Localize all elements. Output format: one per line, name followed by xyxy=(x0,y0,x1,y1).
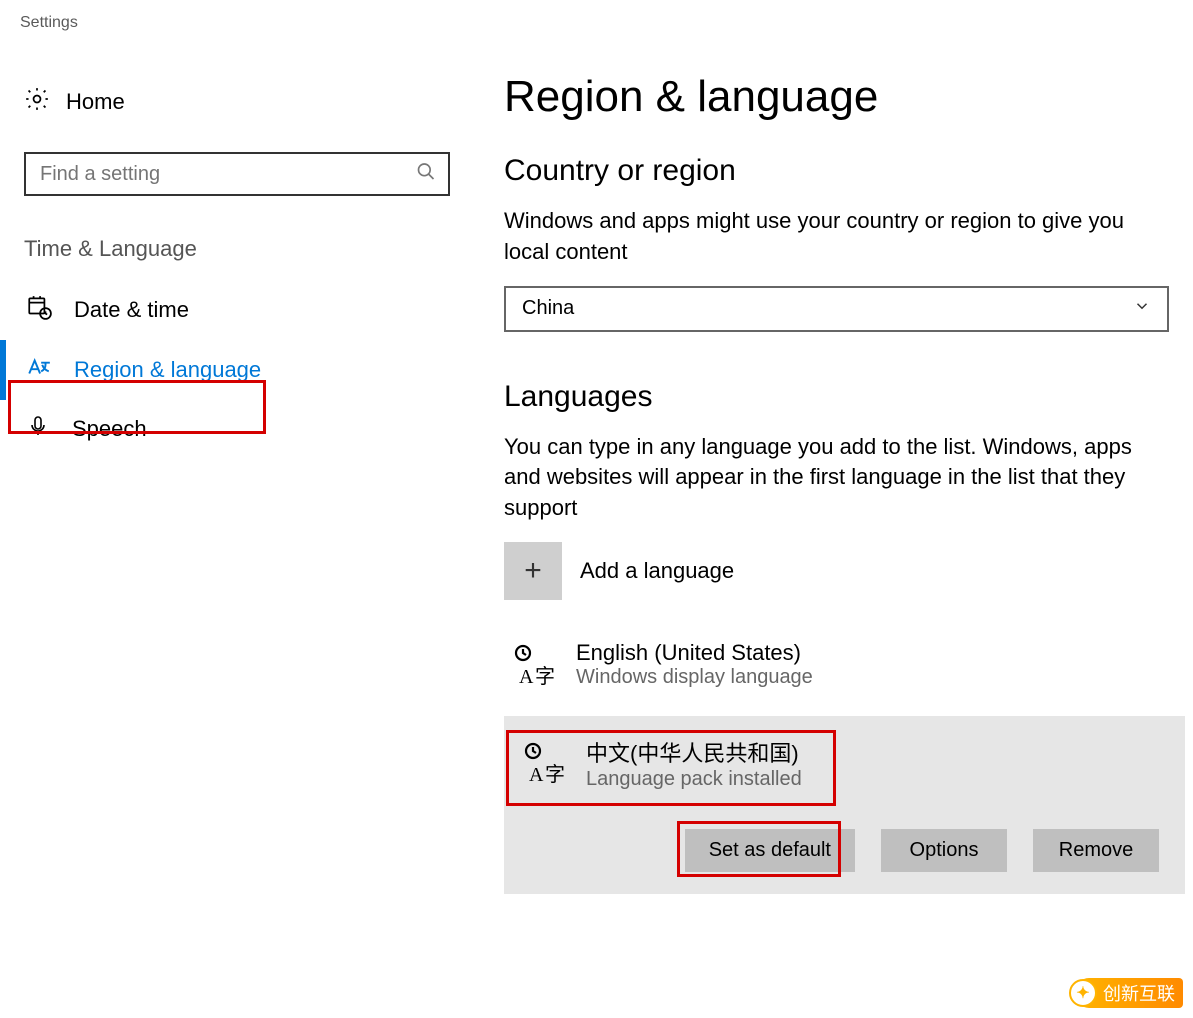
main-content: Region & language Country or region Wind… xyxy=(460,72,1193,894)
country-description: Windows and apps might use your country … xyxy=(504,206,1164,268)
set-default-button[interactable]: Set as default xyxy=(685,829,855,872)
chevron-down-icon xyxy=(1133,297,1151,321)
language-title: 中文(中华人民共和国) xyxy=(586,736,802,768)
country-selected-value: China xyxy=(522,297,574,320)
country-dropdown[interactable]: China xyxy=(504,286,1169,332)
microphone-icon xyxy=(26,414,50,444)
language-subtitle: Language pack installed xyxy=(586,768,802,791)
sidebar-home-label: Home xyxy=(66,89,125,115)
language-glyph-icon: A 字 xyxy=(508,640,558,690)
sidebar-item-speech[interactable]: Speech xyxy=(0,400,450,458)
language-item-english[interactable]: A 字 English (United States) Windows disp… xyxy=(504,630,1185,700)
page-title: Region & language xyxy=(504,72,1185,122)
calendar-clock-icon xyxy=(26,294,52,326)
language-title: English (United States) xyxy=(576,640,813,666)
sidebar-item-label: Date & time xyxy=(74,297,189,323)
language-glyph-icon: A 字 xyxy=(518,738,568,788)
sidebar-section-label: Time & Language xyxy=(0,236,450,280)
remove-button[interactable]: Remove xyxy=(1033,829,1159,872)
language-item-chinese-panel: A 字 中文(中华人民共和国) Language pack installed … xyxy=(504,716,1185,894)
languages-description: You can type in any language you add to … xyxy=(504,432,1164,524)
search-wrap xyxy=(24,152,450,196)
sidebar-home[interactable]: Home xyxy=(0,72,450,132)
sidebar-item-label: Region & language xyxy=(74,357,261,383)
sidebar-item-date-time[interactable]: Date & time xyxy=(0,280,450,340)
language-subtitle: Windows display language xyxy=(576,666,813,689)
svg-text:A: A xyxy=(529,764,544,786)
svg-text:字: 字 xyxy=(535,665,555,688)
sidebar: Home Time & Language Date & time xyxy=(0,72,460,894)
app-title: Settings xyxy=(0,0,1193,32)
options-button[interactable]: Options xyxy=(881,829,1007,872)
add-language-button[interactable]: + Add a language xyxy=(504,542,1185,600)
add-language-label: Add a language xyxy=(580,558,734,584)
svg-text:A: A xyxy=(519,666,534,688)
language-action-buttons: Set as default Options Remove xyxy=(514,829,1175,872)
sidebar-item-region-language[interactable]: Region & language xyxy=(0,340,450,400)
country-heading: Country or region xyxy=(504,154,1185,188)
search-input[interactable] xyxy=(24,152,450,196)
languages-heading: Languages xyxy=(504,380,1185,414)
language-item-chinese[interactable]: A 字 中文(中华人民共和国) Language pack installed xyxy=(514,726,1175,801)
watermark-badge: ✦ 创新互联 xyxy=(1075,978,1183,1008)
watermark-logo-icon: ✦ xyxy=(1069,979,1097,1007)
gear-icon xyxy=(24,86,50,118)
sidebar-item-label: Speech xyxy=(72,416,147,442)
language-icon xyxy=(26,354,52,386)
watermark-text: 创新互联 xyxy=(1103,980,1175,1006)
plus-icon: + xyxy=(504,542,562,600)
svg-text:字: 字 xyxy=(545,763,565,786)
